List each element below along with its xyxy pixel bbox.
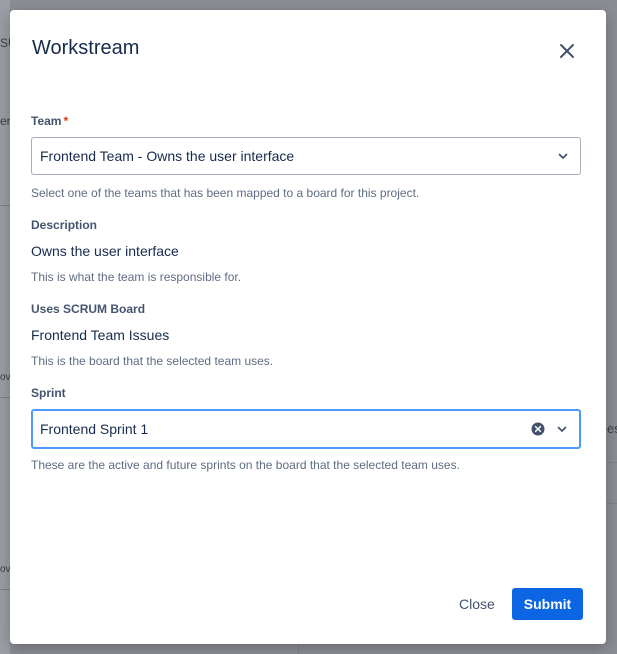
team-label: Team *: [31, 114, 68, 128]
sprint-helper-text: These are the active and future sprints …: [31, 458, 460, 472]
background-divider: [0, 397, 10, 398]
background-text: es: [607, 421, 617, 436]
background-divider: [298, 644, 299, 654]
background-text: ov: [0, 564, 11, 575]
sprint-select-value: Frontend Sprint 1: [40, 421, 149, 437]
required-indicator: *: [63, 114, 69, 128]
background-divider: [606, 503, 617, 504]
close-dialog-button[interactable]: [554, 38, 580, 64]
team-select[interactable]: Frontend Team - Owns the user interface: [31, 137, 581, 175]
scrum-board-label: Uses SCRUM Board: [31, 302, 146, 316]
chevron-down-icon[interactable]: [555, 422, 569, 436]
close-button[interactable]: Close: [451, 588, 503, 620]
description-label: Description: [31, 218, 98, 232]
description-helper-text: This is what the team is responsible for…: [31, 270, 242, 284]
scrum-board-value: Frontend Team Issues: [31, 327, 170, 343]
team-select-value: Frontend Team - Owns the user interface: [40, 148, 295, 164]
team-helper-text: Select one of the teams that has been ma…: [31, 186, 420, 200]
background-page-left: [0, 0, 10, 654]
sprint-label: Sprint: [31, 386, 66, 400]
submit-button[interactable]: Submit: [512, 588, 583, 620]
workstream-dialog: Workstream Team * Frontend Team - Owns th…: [10, 10, 606, 644]
close-icon: [560, 44, 574, 58]
description-value: Owns the user interface: [31, 243, 179, 259]
scrum-board-helper-text: This is the board that the selected team…: [31, 354, 274, 368]
background-divider: [0, 205, 10, 206]
background-text: ov: [0, 372, 11, 383]
team-label-text: Team: [31, 114, 62, 128]
chevron-down-icon[interactable]: [556, 149, 570, 163]
dialog-title: Workstream: [32, 37, 140, 59]
background-divider: [606, 462, 617, 463]
sprint-select[interactable]: Frontend Sprint 1: [31, 409, 581, 449]
background-divider: [0, 589, 10, 590]
clear-selection-icon[interactable]: [531, 422, 545, 436]
